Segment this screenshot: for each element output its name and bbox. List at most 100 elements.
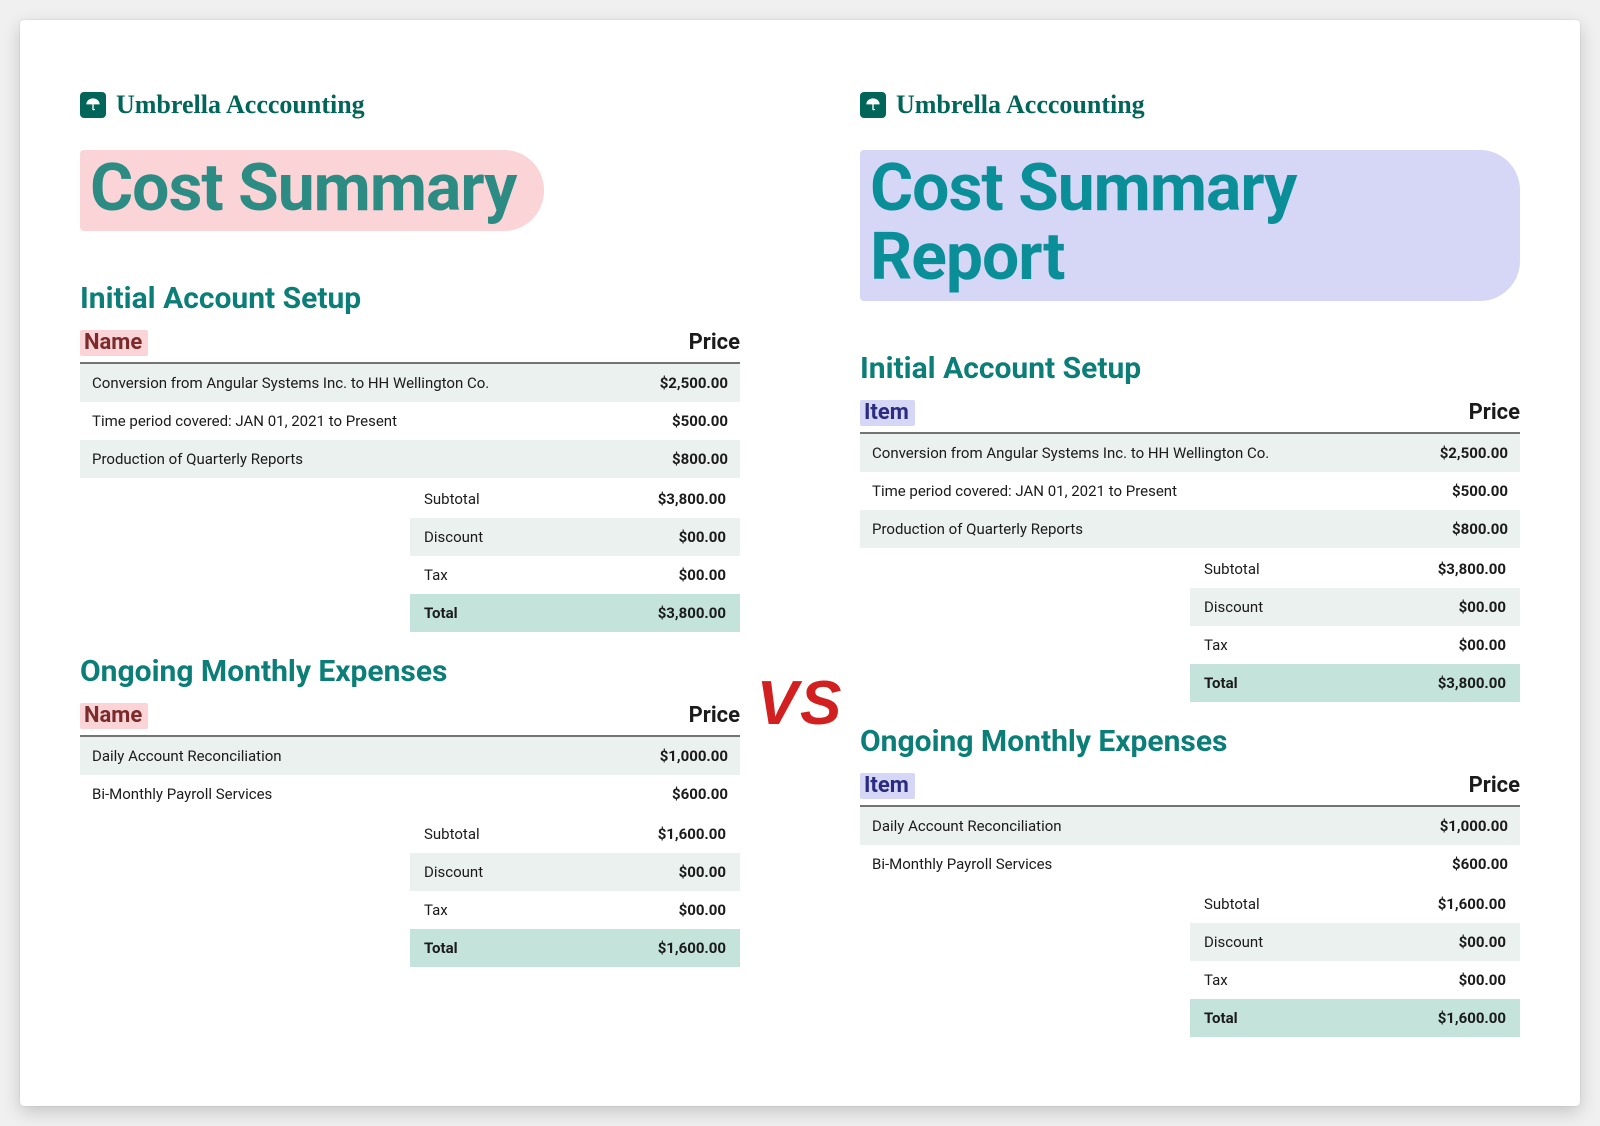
row-desc: Production of Quarterly Reports [872, 520, 1452, 538]
table-row: Daily Account Reconciliation $1,000.00 [80, 737, 740, 775]
discount-value: $00.00 [1459, 933, 1506, 951]
total-value: $1,600.00 [658, 939, 726, 957]
totals-row: Discount $00.00 [1190, 923, 1520, 961]
vs-label: VS [757, 668, 844, 739]
total-label: Total [1204, 674, 1238, 692]
totals-row: Tax $00.00 [1190, 626, 1520, 664]
subtotal-value: $3,800.00 [658, 490, 726, 508]
totals-row-total: Total $3,800.00 [410, 594, 740, 632]
col-price-header: Price [689, 330, 740, 355]
totals-block: Subtotal $1,600.00 Discount $00.00 Tax $… [410, 815, 740, 967]
total-label: Total [1204, 1009, 1238, 1027]
subtotal-value: $1,600.00 [1438, 895, 1506, 913]
umbrella-icon [80, 92, 106, 118]
row-price: $500.00 [672, 412, 728, 430]
tax-label: Tax [1204, 636, 1228, 654]
tax-label: Tax [424, 901, 448, 919]
total-value: $3,800.00 [1438, 674, 1506, 692]
tax-value: $00.00 [1459, 971, 1506, 989]
tax-label: Tax [424, 566, 448, 584]
table-row: Time period covered: JAN 01, 2021 to Pre… [860, 472, 1520, 510]
table-row: Bi-Monthly Payroll Services $600.00 [80, 775, 740, 813]
totals-row: Subtotal $1,600.00 [410, 815, 740, 853]
totals-block: Subtotal $3,800.00 Discount $00.00 Tax $… [1190, 550, 1520, 702]
totals-row-total: Total $1,600.00 [410, 929, 740, 967]
row-price: $1,000.00 [660, 747, 728, 765]
section-heading: Initial Account Setup [860, 351, 1520, 386]
row-price: $800.00 [672, 450, 728, 468]
brand-name: Umbrella Acccounting [896, 90, 1145, 120]
right-panel: Umbrella Acccounting Cost Summary Report… [860, 90, 1520, 1056]
doc-title-left: Cost Summary [80, 150, 544, 231]
row-desc: Time period covered: JAN 01, 2021 to Pre… [872, 482, 1452, 500]
row-desc: Conversion from Angular Systems Inc. to … [92, 374, 660, 392]
col-name-header: Name [80, 330, 148, 356]
col-price-header: Price [689, 703, 740, 728]
row-price: $600.00 [1452, 855, 1508, 873]
row-price: $1,000.00 [1440, 817, 1508, 835]
table-row: Bi-Monthly Payroll Services $600.00 [860, 845, 1520, 883]
totals-row-total: Total $1,600.00 [1190, 999, 1520, 1037]
total-label: Total [424, 604, 458, 622]
left-panel: Umbrella Acccounting Cost Summary Initia… [80, 90, 740, 1056]
col-name-header: Item [860, 773, 915, 799]
table-row: Production of Quarterly Reports $800.00 [80, 440, 740, 478]
subtotal-value: $3,800.00 [1438, 560, 1506, 578]
tax-label: Tax [1204, 971, 1228, 989]
total-label: Total [424, 939, 458, 957]
row-desc: Daily Account Reconciliation [92, 747, 660, 765]
brand-name: Umbrella Acccounting [116, 90, 365, 120]
subtotal-label: Subtotal [424, 825, 480, 843]
subtotal-label: Subtotal [1204, 560, 1260, 578]
totals-row: Discount $00.00 [1190, 588, 1520, 626]
table-row: Conversion from Angular Systems Inc. to … [80, 364, 740, 402]
table-row: Production of Quarterly Reports $800.00 [860, 510, 1520, 548]
discount-value: $00.00 [1459, 598, 1506, 616]
brand-header: Umbrella Acccounting [80, 90, 740, 120]
doc-title-right: Cost Summary Report [860, 150, 1520, 301]
totals-row: Tax $00.00 [410, 556, 740, 594]
umbrella-icon [860, 92, 886, 118]
row-desc: Time period covered: JAN 01, 2021 to Pre… [92, 412, 672, 430]
totals-block: Subtotal $1,600.00 Discount $00.00 Tax $… [1190, 885, 1520, 1037]
discount-label: Discount [424, 528, 483, 546]
row-desc: Production of Quarterly Reports [92, 450, 672, 468]
discount-label: Discount [424, 863, 483, 881]
totals-row: Discount $00.00 [410, 853, 740, 891]
col-price-header: Price [1469, 400, 1520, 425]
col-name-header: Item [860, 400, 915, 426]
subtotal-value: $1,600.00 [658, 825, 726, 843]
table-header: Name Price [80, 330, 740, 364]
totals-row: Discount $00.00 [410, 518, 740, 556]
tax-value: $00.00 [679, 566, 726, 584]
section-heading: Ongoing Monthly Expenses [80, 654, 740, 689]
table-row: Conversion from Angular Systems Inc. to … [860, 434, 1520, 472]
row-price: $2,500.00 [660, 374, 728, 392]
totals-row: Tax $00.00 [410, 891, 740, 929]
subtotal-label: Subtotal [1204, 895, 1260, 913]
totals-row-total: Total $3,800.00 [1190, 664, 1520, 702]
totals-block: Subtotal $3,800.00 Discount $00.00 Tax $… [410, 480, 740, 632]
row-desc: Bi-Monthly Payroll Services [92, 785, 672, 803]
tax-value: $00.00 [679, 901, 726, 919]
table-header: Name Price [80, 703, 740, 737]
row-price: $800.00 [1452, 520, 1508, 538]
discount-label: Discount [1204, 933, 1263, 951]
row-desc: Daily Account Reconciliation [872, 817, 1440, 835]
col-price-header: Price [1469, 773, 1520, 798]
total-value: $3,800.00 [658, 604, 726, 622]
totals-row: Subtotal $3,800.00 [1190, 550, 1520, 588]
table-row: Daily Account Reconciliation $1,000.00 [860, 807, 1520, 845]
row-price: $600.00 [672, 785, 728, 803]
section-heading: Ongoing Monthly Expenses [860, 724, 1520, 759]
row-price: $2,500.00 [1440, 444, 1508, 462]
table-header: Item Price [860, 400, 1520, 434]
discount-label: Discount [1204, 598, 1263, 616]
discount-value: $00.00 [679, 528, 726, 546]
row-desc: Bi-Monthly Payroll Services [872, 855, 1452, 873]
row-desc: Conversion from Angular Systems Inc. to … [872, 444, 1440, 462]
table-header: Item Price [860, 773, 1520, 807]
totals-row: Subtotal $3,800.00 [410, 480, 740, 518]
comparison-sheet: Umbrella Acccounting Cost Summary Initia… [20, 20, 1580, 1106]
col-name-header: Name [80, 703, 148, 729]
